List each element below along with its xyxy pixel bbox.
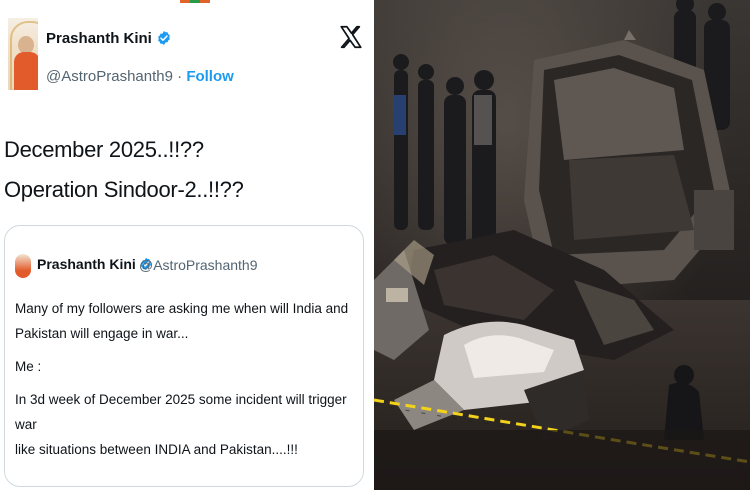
tweet-text-line-2: Operation Sindoor-2..!!?? — [4, 177, 244, 202]
author-name-row[interactable]: Prashanth Kini — [46, 30, 172, 47]
author-handle-row: @AstroPrashanth9 · Follow — [46, 68, 234, 85]
verified-badge-icon — [157, 31, 170, 45]
tweet-text: December 2025..!!?? Operation Sindoor-2.… — [4, 130, 244, 210]
top-color-strip — [180, 0, 210, 3]
quoted-text-line: Many of my followers are asking me when … — [15, 301, 349, 316]
news-photo — [374, 0, 750, 490]
burnt-vehicle-scene — [374, 0, 750, 490]
x-logo-icon[interactable] — [338, 24, 364, 50]
quoted-text-line: Me : — [15, 359, 42, 374]
quoted-tweet-card[interactable]: Prashanth Kini @AstroPrashanth9 Many of … — [4, 225, 364, 487]
quoted-tweet-text: Many of my followers are asking me when … — [15, 296, 355, 470]
author-handle[interactable]: @AstroPrashanth9 — [46, 68, 173, 85]
quoted-text-line: Pakistan will engage in war... — [15, 326, 189, 341]
quoted-author-avatar[interactable] — [15, 254, 31, 278]
author-display-name[interactable]: Prashanth Kini — [46, 30, 152, 47]
quoted-author-name-row[interactable]: Prashanth Kini — [37, 256, 153, 272]
separator-dot: · — [177, 68, 183, 85]
quoted-author-display-name[interactable]: Prashanth Kini — [37, 256, 136, 272]
follow-button[interactable]: Follow — [186, 68, 234, 85]
author-avatar[interactable] — [8, 18, 38, 90]
quoted-author-handle[interactable]: @AstroPrashanth9 — [139, 257, 258, 273]
tweet-embed: Prashanth Kini @AstroPrashanth9 · Follow… — [0, 0, 372, 490]
tweet-text-line-1: December 2025..!!?? — [4, 137, 204, 162]
quoted-text-line: like situations between INDIA and Pakist… — [15, 442, 298, 457]
quoted-text-line: In 3d week of December 2025 some inciden… — [15, 392, 347, 432]
